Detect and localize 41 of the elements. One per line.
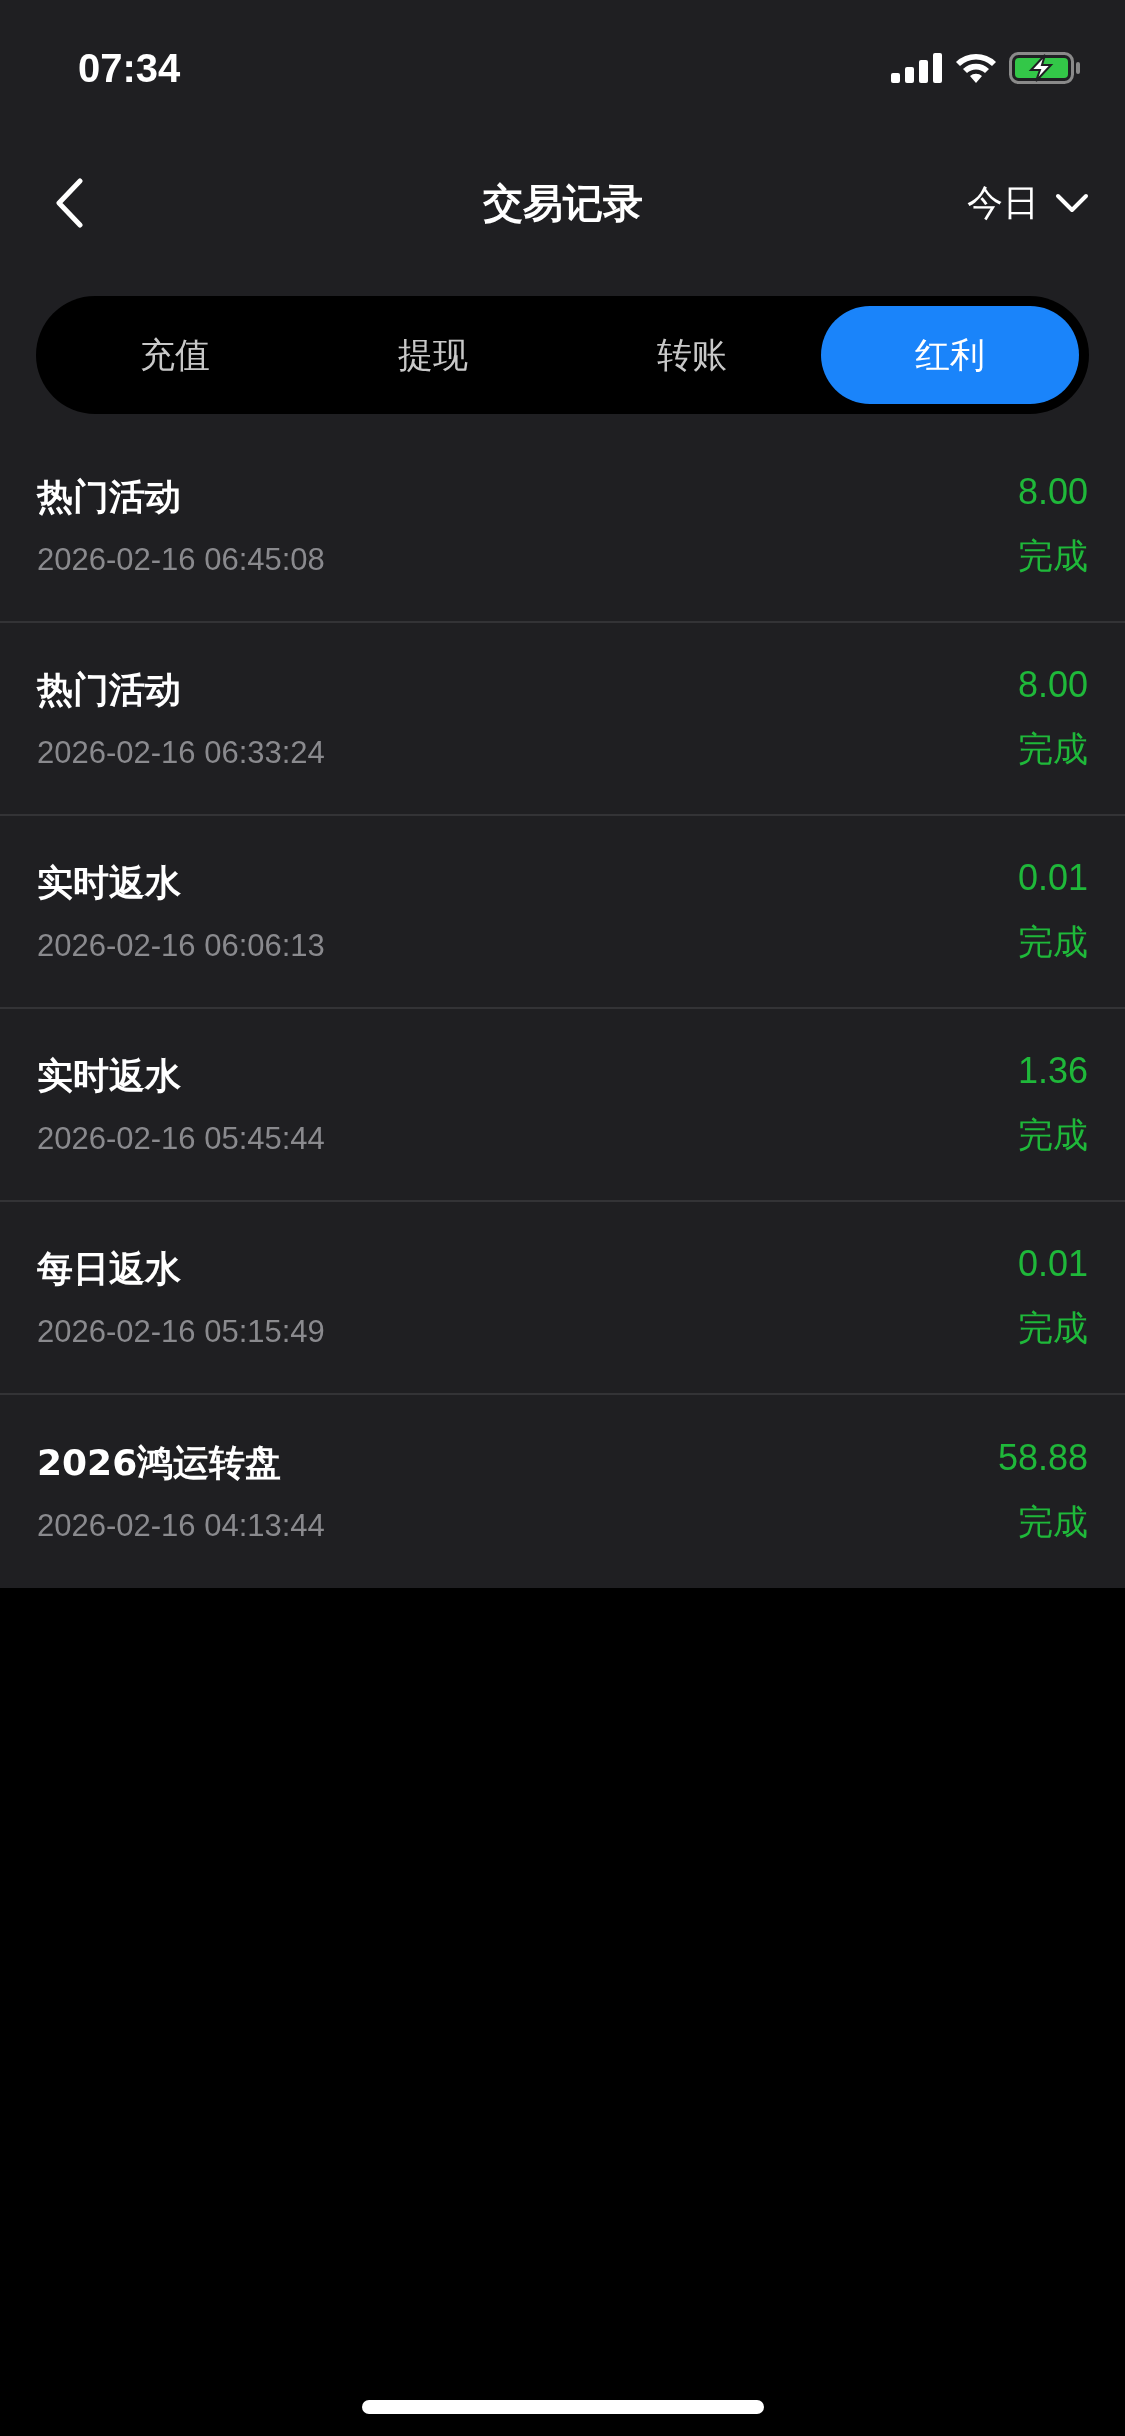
record-time: 2026-02-16 05:45:44 [37,1121,325,1157]
date-filter-dropdown[interactable]: 今日 [967,178,1089,228]
record-time: 2026-02-16 06:06:13 [37,928,325,964]
record-name: 实时返水 [37,1054,182,1098]
signal-icon [891,53,943,83]
record-name: 每日返水 [37,1247,182,1291]
back-icon[interactable] [54,178,84,228]
record-row[interactable]: 实时返水 2026-02-16 06:06:13 0.01 完成 [0,816,1125,1009]
wifi-icon [955,53,997,83]
record-amount: 8.00 [1017,664,1088,706]
record-time: 2026-02-16 06:45:08 [37,542,325,578]
record-name: 热门活动 [37,475,182,519]
record-row[interactable]: 热门活动 2026-02-16 06:33:24 8.00 完成 [0,623,1125,816]
tab[interactable]: 红利 [820,306,1079,404]
chevron-down-icon [1055,193,1089,213]
record-status: 完成 [1018,1501,1088,1544]
record-amount: 0.01 [1017,857,1088,899]
record-amount: 1.36 [1017,1050,1088,1092]
record-status: 完成 [1018,1307,1088,1350]
record-amount: 0.01 [1017,1243,1088,1285]
record-time: 2026-02-16 06:33:24 [37,735,325,771]
status-time: 07:34 [78,45,181,91]
page-title: 交易记录 [482,178,643,228]
record-row[interactable]: 热门活动 2026-02-16 06:45:08 8.00 完成 [0,430,1125,623]
record-time: 2026-02-16 05:15:49 [37,1314,325,1350]
record-status: 完成 [1018,1114,1088,1157]
record-status: 完成 [1018,535,1088,578]
record-time: 2026-02-16 04:13:44 [37,1508,325,1544]
record-status: 完成 [1018,921,1088,964]
tab[interactable]: 转账 [562,306,821,404]
record-status: 完成 [1018,728,1088,771]
record-amount: 8.00 [1017,471,1088,513]
record-name: 热门活动 [37,668,182,712]
record-row[interactable]: 2026鸿运转盘 2026-02-16 04:13:44 58.88 完成 [0,1395,1125,1588]
record-row[interactable]: 每日返水 2026-02-16 05:15:49 0.01 完成 [0,1202,1125,1395]
tab[interactable]: 提现 [304,306,563,404]
record-name: 2026鸿运转盘 [37,1441,283,1485]
record-row[interactable]: 实时返水 2026-02-16 05:45:44 1.36 完成 [0,1009,1125,1202]
tab[interactable]: 充值 [46,306,305,404]
record-amount: 58.88 [997,1437,1088,1479]
record-name: 实时返水 [37,861,182,905]
